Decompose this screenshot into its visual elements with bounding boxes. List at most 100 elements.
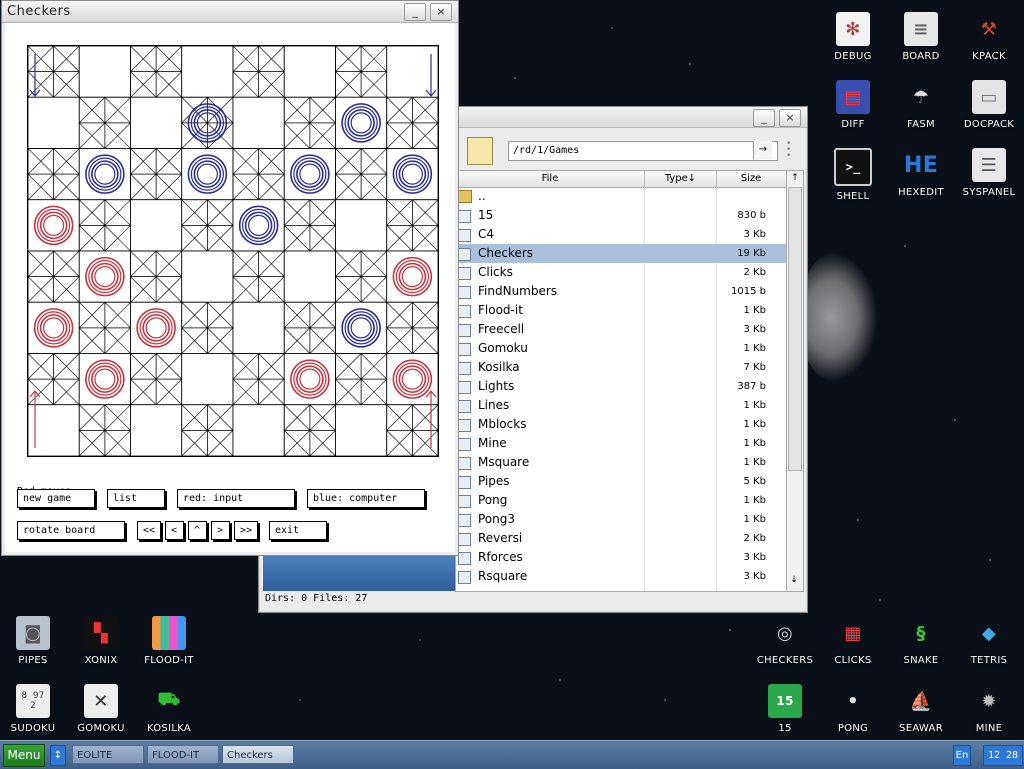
board-square[interactable]: [232, 45, 285, 98]
board-square[interactable]: [335, 199, 388, 252]
desktop-icon-kpack[interactable]: ⚒ KPACK: [957, 12, 1021, 63]
prev-move-button[interactable]: <: [165, 521, 184, 540]
list-button[interactable]: list: [107, 489, 165, 508]
board-square[interactable]: [335, 96, 388, 149]
board-square[interactable]: [181, 301, 234, 354]
new-game-button[interactable]: new game: [17, 489, 95, 508]
board-square[interactable]: [283, 96, 336, 149]
desktop-icon-pipes[interactable]: ◙ PIPES: [1, 616, 65, 666]
board-square[interactable]: [283, 199, 336, 252]
board-square[interactable]: [283, 148, 336, 201]
column-header-size[interactable]: Size: [717, 171, 785, 187]
minimize-button[interactable]: _: [753, 109, 775, 127]
board-square[interactable]: [130, 96, 183, 149]
board-square[interactable]: [27, 301, 80, 354]
board-square[interactable]: [78, 199, 131, 252]
next-move-button[interactable]: >: [211, 521, 230, 540]
board-square[interactable]: [335, 45, 388, 98]
desktop-icon-tetris[interactable]: ◆ TETRIS: [957, 616, 1021, 667]
scroll-down-icon[interactable]: ↓: [787, 575, 801, 585]
scroll-up-icon[interactable]: ↑: [787, 171, 803, 185]
board-square[interactable]: [232, 250, 285, 303]
desktop-icon-docpack[interactable]: ▭ DOCPACK: [957, 80, 1021, 130]
board-square[interactable]: [283, 404, 336, 457]
last-move-button[interactable]: >>: [234, 521, 258, 540]
desktop-icon-gomoku[interactable]: ✕ GOMOKU: [69, 684, 133, 734]
board-square[interactable]: [130, 148, 183, 201]
red-player-button[interactable]: red: input: [177, 489, 295, 508]
board-square[interactable]: [283, 45, 336, 98]
list-item[interactable]: Clicks 2 Kb: [456, 263, 786, 282]
exit-button[interactable]: exit: [269, 521, 327, 540]
board-canvas[interactable]: [27, 45, 439, 457]
list-item-parent[interactable]: ..: [456, 187, 786, 206]
list-item[interactable]: Kosilka 7 Kb: [456, 358, 786, 377]
desktop-icon-debug[interactable]: ✻ DEBUG: [821, 12, 885, 62]
board-square[interactable]: [181, 96, 234, 149]
checkers-titlebar[interactable]: Checkers _ ×: [2, 1, 458, 23]
board-square[interactable]: [283, 353, 336, 406]
board-square[interactable]: [386, 148, 439, 201]
board-square[interactable]: [181, 250, 234, 303]
board-square[interactable]: [181, 353, 234, 406]
scrollbar-thumb[interactable]: [788, 187, 802, 471]
desktop-icon-pong[interactable]: • PONG: [821, 684, 885, 735]
minimize-button[interactable]: _: [404, 3, 426, 21]
board-square[interactable]: [27, 250, 80, 303]
board-square[interactable]: [386, 96, 439, 149]
list-item[interactable]: C4 3 Kb: [456, 225, 786, 244]
desktop-icon-flood-it[interactable]: FLOOD-IT: [137, 616, 201, 666]
list-item[interactable]: FindNumbers 1015 b: [456, 282, 786, 301]
column-header-type[interactable]: Type↓: [645, 171, 717, 187]
board-square[interactable]: [130, 353, 183, 406]
desktop-icon-diff[interactable]: ▤ DIFF: [821, 80, 885, 130]
desktop-icon-sudoku[interactable]: 8 97 2 SUDOKU: [1, 684, 65, 734]
board-square[interactable]: [335, 250, 388, 303]
clipboard-icon[interactable]: [467, 137, 493, 165]
board-square[interactable]: [181, 148, 234, 201]
up-button[interactable]: ^: [188, 521, 207, 540]
list-item[interactable]: Mblocks 1 Kb: [456, 415, 786, 434]
board-square[interactable]: [335, 353, 388, 406]
list-item[interactable]: Gomoku 1 Kb: [456, 339, 786, 358]
board-square[interactable]: [386, 301, 439, 354]
board-square[interactable]: [232, 353, 285, 406]
desktop-icon-mine[interactable]: ✹ MINE: [957, 684, 1021, 735]
list-item[interactable]: Rsquare 3 Kb: [456, 567, 786, 586]
list-item[interactable]: Lines 1 Kb: [456, 396, 786, 415]
board-square[interactable]: [27, 148, 80, 201]
close-button[interactable]: ×: [430, 3, 452, 21]
board-square[interactable]: [181, 199, 234, 252]
desktop-icon-snake[interactable]: § SNAKE: [889, 616, 953, 667]
desktop-icon-xonix[interactable]: ▚ XONIX: [69, 616, 133, 666]
board-square[interactable]: [232, 301, 285, 354]
board-square[interactable]: [78, 353, 131, 406]
first-move-button[interactable]: <<: [137, 521, 161, 540]
rotate-board-button[interactable]: rotate board: [17, 521, 125, 540]
desktop-icon-15[interactable]: 15 15: [753, 684, 817, 734]
menu-button[interactable]: Menu: [3, 744, 45, 767]
board-square[interactable]: [335, 148, 388, 201]
column-header-file[interactable]: File: [456, 171, 645, 187]
list-item[interactable]: Lights 387 b: [456, 377, 786, 396]
board-square[interactable]: [181, 404, 234, 457]
list-item[interactable]: Reversi 2 Kb: [456, 529, 786, 548]
board-square[interactable]: [130, 404, 183, 457]
file-list[interactable]: File Type↓ Size .. 15 830 b C4 3 Kb Checkers…: [455, 170, 787, 592]
desktop-icon-board[interactable]: ≡ BOARD: [889, 12, 953, 62]
list-item[interactable]: Pong 1 Kb: [456, 491, 786, 510]
board-square[interactable]: [27, 353, 80, 406]
board-square[interactable]: [130, 199, 183, 252]
list-item[interactable]: Mine 1 Kb: [456, 434, 786, 453]
checkers-board[interactable]: [27, 45, 439, 457]
desktop-icon-seawar[interactable]: ⛵ SEAWAR: [889, 684, 953, 735]
desktop-icon-hexedit[interactable]: HE HEXEDIT: [889, 148, 953, 199]
board-square[interactable]: [27, 96, 80, 149]
task-flood-it[interactable]: FLOOD-IT: [147, 745, 219, 764]
task-eolite[interactable]: EOLITE: [72, 745, 144, 764]
task-checkers[interactable]: Checkers: [222, 745, 294, 764]
board-square[interactable]: [283, 301, 336, 354]
list-item[interactable]: Rforces 3 Kb: [456, 548, 786, 567]
board-square[interactable]: [386, 250, 439, 303]
board-square[interactable]: [386, 199, 439, 252]
